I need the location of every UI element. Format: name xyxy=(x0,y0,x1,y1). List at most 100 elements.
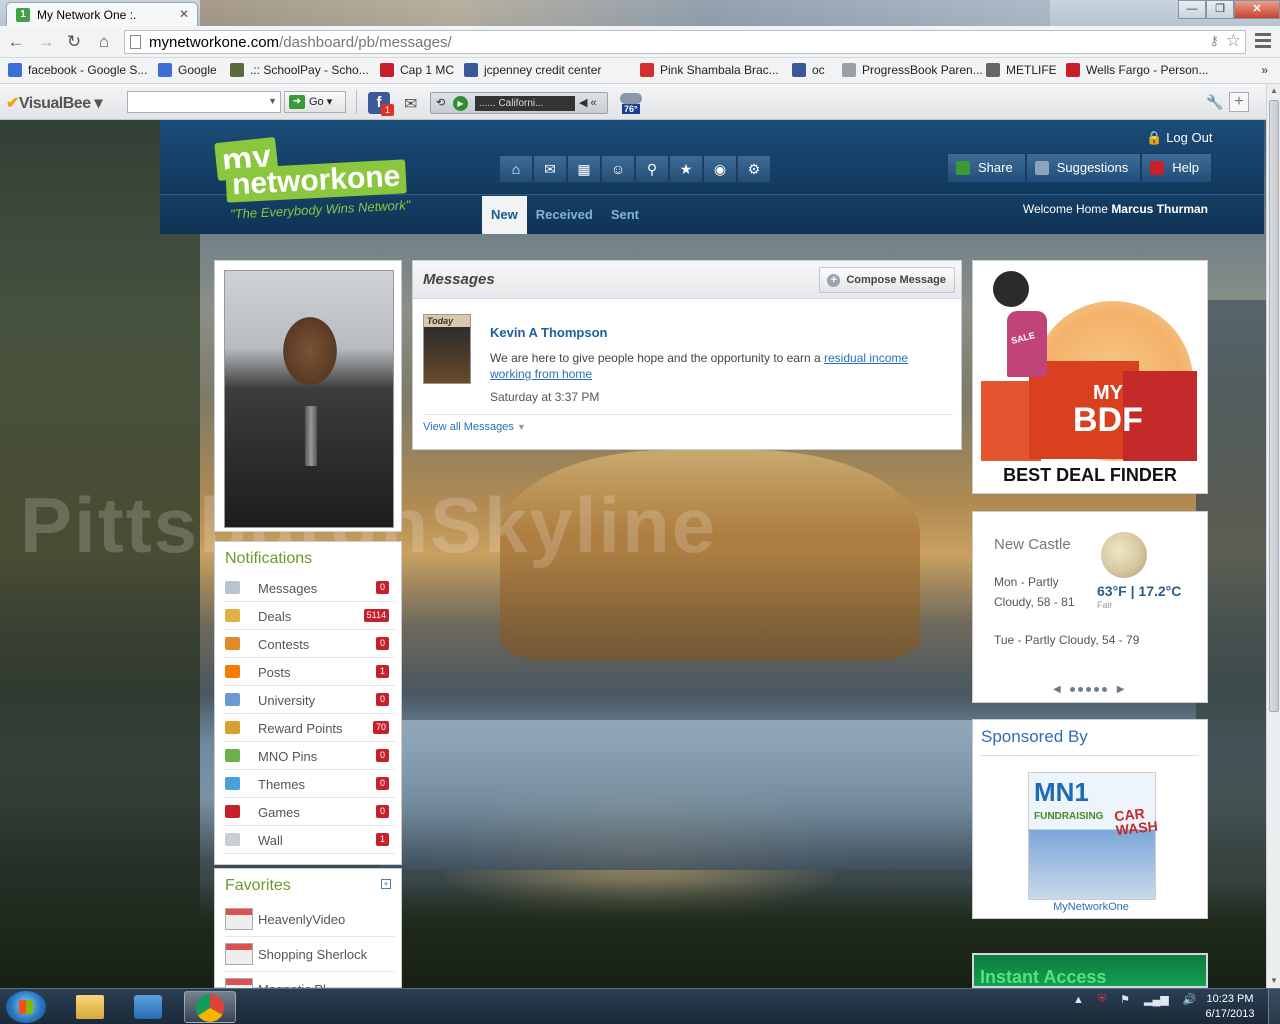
notification-item[interactable]: MNO Pins 0 xyxy=(223,742,395,770)
previous-arrow-icon[interactable]: ◀ xyxy=(1053,684,1061,695)
favorite-item[interactable]: Magnetic Pl... xyxy=(225,975,395,988)
notification-item[interactable]: Deals 5114 xyxy=(223,602,395,630)
pager-dot[interactable] xyxy=(1094,687,1100,692)
volume-icon[interactable]: 🔊 xyxy=(1183,993,1197,1006)
show-hidden-icons[interactable]: ▲ xyxy=(1073,994,1084,1006)
logout-link[interactable]: 🔒 Log Out xyxy=(1146,130,1212,146)
toolbar-go-button[interactable]: ➜ Go ▾ xyxy=(284,91,346,113)
pager-dot[interactable] xyxy=(1102,687,1108,692)
share-button[interactable]: Share xyxy=(947,153,1026,183)
sponsor-link[interactable]: MyNetworkOne xyxy=(973,901,1209,913)
network-signal-icon[interactable]: ▂▄▆ xyxy=(1144,993,1169,1006)
notification-item[interactable]: Themes 0 xyxy=(223,770,395,798)
add-button[interactable]: + xyxy=(1229,92,1249,112)
home-icon[interactable]: ⌂ xyxy=(499,155,533,183)
chrome-menu-icon[interactable] xyxy=(1252,30,1274,52)
toolbar-search-input[interactable]: ▼ xyxy=(127,91,281,113)
notification-item[interactable]: Wall 1 xyxy=(223,826,395,854)
forward-arrow-icon[interactable]: → xyxy=(36,32,56,52)
start-button[interactable] xyxy=(6,991,46,1023)
repeat-icon[interactable]: ⟲ xyxy=(436,96,445,109)
tab-sent[interactable]: Sent xyxy=(602,196,648,234)
scroll-up-icon[interactable]: ▲ xyxy=(1267,84,1280,98)
address-bar[interactable]: mynetworkone.com/dashboard/pb/messages/ … xyxy=(124,30,1246,54)
favorite-item[interactable]: Shopping Sherlock xyxy=(225,940,395,972)
page-scrollbar[interactable]: ▲ ▼ xyxy=(1266,84,1280,988)
browser-tab[interactable]: 1 My Network One :. ✕ xyxy=(6,2,198,26)
best-deal-finder-ad[interactable]: SALE MY BDF BEST DEAL FINDER xyxy=(972,260,1208,494)
mail-icon[interactable]: ✉ xyxy=(404,94,417,114)
profile-photo[interactable] xyxy=(224,270,394,528)
calendar-icon[interactable]: ▦ xyxy=(567,155,601,183)
chrome-taskbar-button[interactable] xyxy=(184,991,236,1023)
action-center-flag-icon[interactable]: ⚑ xyxy=(1120,993,1130,1006)
sponsor-image[interactable]: MN1 FUNDRAISING CAR WASH xyxy=(1028,772,1158,900)
tab-new[interactable]: New xyxy=(482,196,527,234)
pager-dot[interactable] xyxy=(1086,687,1092,692)
show-desktop-button[interactable] xyxy=(1268,989,1280,1024)
star-icon[interactable]: ★ xyxy=(669,155,703,183)
weather-toolbar-icon[interactable]: 76° xyxy=(618,92,644,114)
notification-item[interactable]: Reward Points 70 xyxy=(223,714,395,742)
key-icon[interactable]: ⚷ xyxy=(1209,33,1219,49)
message-sender-link[interactable]: Kevin A Thompson xyxy=(490,325,607,340)
next-arrow-icon[interactable]: ▶ xyxy=(1117,684,1125,695)
bookmark-item[interactable]: facebook - Google S... xyxy=(8,63,147,77)
dropdown-arrow-icon[interactable]: ▼ xyxy=(268,96,277,106)
volume-icon[interactable]: ◀ « xyxy=(579,96,597,109)
notification-item[interactable]: University 0 xyxy=(223,686,395,714)
more-bookmarks-icon[interactable]: » xyxy=(1261,63,1268,77)
view-all-messages-link[interactable]: View all Messages ▼ xyxy=(423,421,526,433)
instant-access-banner[interactable]: Instant Access xyxy=(972,953,1208,988)
compose-message-button[interactable]: + Compose Message xyxy=(819,267,955,293)
taskbar-clock[interactable]: 10:23 PM 6/17/2013 xyxy=(1198,992,1262,1022)
back-arrow-icon[interactable]: ← xyxy=(6,32,26,52)
help-button[interactable]: Help xyxy=(1141,153,1213,183)
maximize-button[interactable]: ❐ xyxy=(1206,0,1234,19)
radio-player[interactable]: ⟲ ▶ ...... Californi... ◀ « xyxy=(430,92,608,114)
bookmark-item[interactable]: Pink Shambala Brac... xyxy=(640,63,779,77)
bookmark-item[interactable]: ProgressBook Paren... xyxy=(842,63,983,77)
explorer-taskbar-button[interactable] xyxy=(64,991,116,1023)
add-favorite-icon[interactable]: + xyxy=(381,879,391,889)
pager-dot[interactable] xyxy=(1070,687,1076,692)
security-shield-icon[interactable]: ⛨ xyxy=(1098,993,1106,1006)
favorite-item[interactable]: HeavenlyVideo xyxy=(225,905,395,937)
bookmark-item[interactable]: Wells Fargo - Person... xyxy=(1066,63,1208,77)
bookmark-item[interactable]: METLIFE xyxy=(986,63,1057,77)
rss-icon[interactable]: ◉ xyxy=(703,155,737,183)
search-icon[interactable]: ⚲ xyxy=(635,155,669,183)
notification-item[interactable]: Posts 1 xyxy=(223,658,395,686)
notification-item[interactable]: Contests 0 xyxy=(223,630,395,658)
bookmark-item[interactable]: Cap 1 MC xyxy=(380,63,454,77)
bookmark-item[interactable]: oc xyxy=(792,63,825,77)
notification-item[interactable]: Messages 0 xyxy=(223,574,395,602)
bookmark-item[interactable]: .:: SchoolPay - Scho... xyxy=(230,63,369,77)
media-player-taskbar-button[interactable] xyxy=(122,991,174,1023)
bookmark-item[interactable]: jcpenney credit center xyxy=(464,63,601,77)
sender-avatar[interactable]: Today xyxy=(423,314,471,384)
tab-received[interactable]: Received xyxy=(527,196,602,234)
mynetworkone-logo[interactable]: my networkone "The Everybody Wins Networ… xyxy=(214,132,444,228)
notification-item[interactable]: Games 0 xyxy=(223,798,395,826)
radio-station[interactable]: ...... Californi... xyxy=(475,96,575,111)
reload-icon[interactable]: ↻ xyxy=(64,32,84,52)
pager-dot[interactable] xyxy=(1078,687,1084,692)
residual-income-link[interactable]: residual income xyxy=(824,351,908,365)
suggestions-button[interactable]: Suggestions xyxy=(1025,153,1142,183)
home-icon[interactable]: ⌂ xyxy=(94,32,114,52)
tab-close-icon[interactable]: ✕ xyxy=(179,7,189,21)
mail-icon[interactable]: ✉ xyxy=(533,155,567,183)
bookmark-item[interactable]: Google xyxy=(158,63,217,77)
play-icon[interactable]: ▶ xyxy=(453,96,468,111)
working-from-home-link[interactable]: working from home xyxy=(490,367,592,381)
minimize-button[interactable]: — xyxy=(1178,0,1206,19)
wrench-icon[interactable]: 🔧 xyxy=(1206,94,1223,111)
gear-icon[interactable]: ⚙ xyxy=(737,155,771,183)
close-window-button[interactable]: ✕ xyxy=(1234,0,1280,19)
scroll-down-icon[interactable]: ▼ xyxy=(1267,974,1280,988)
visualbee-logo[interactable]: ✔VisualBee ▾ xyxy=(6,93,103,113)
bookmark-star-icon[interactable]: ☆ xyxy=(1226,31,1241,51)
people-icon[interactable]: ☺ xyxy=(601,155,635,183)
scrollbar-thumb[interactable] xyxy=(1269,100,1279,712)
